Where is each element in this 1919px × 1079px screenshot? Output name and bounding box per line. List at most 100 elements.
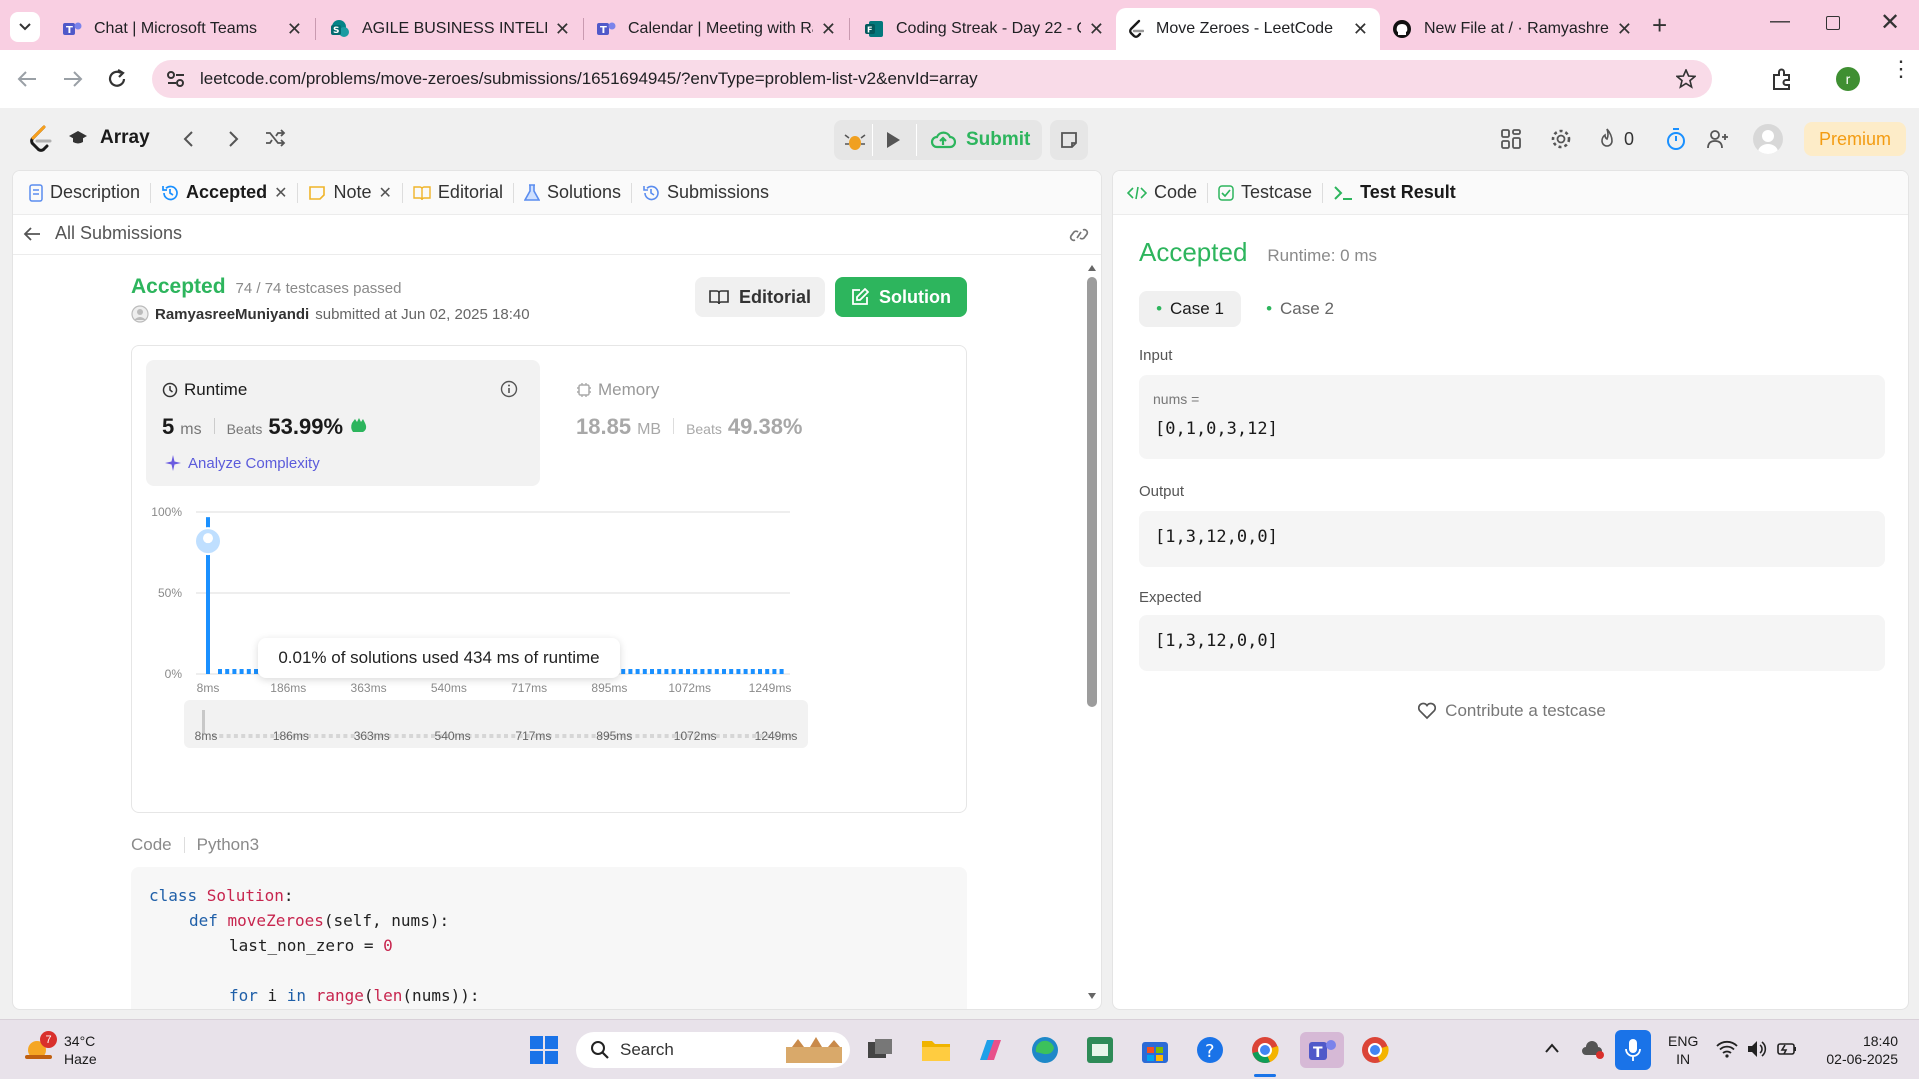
tab-test-result[interactable]: Test Result	[1323, 171, 1466, 215]
all-submissions-link[interactable]: All Submissions	[23, 223, 182, 244]
tab-editorial[interactable]: Editorial	[403, 171, 513, 215]
memory-header[interactable]: Memory	[576, 380, 659, 400]
bookmark-star-icon[interactable]	[1676, 69, 1696, 89]
next-problem-icon[interactable]	[226, 130, 240, 148]
settings-gear-icon[interactable]	[1550, 128, 1572, 150]
layout-icon[interactable]	[1501, 129, 1521, 149]
profile-avatar[interactable]: r	[1836, 67, 1860, 91]
code-block[interactable]: class Solution: def moveZeroes(self, nums…	[131, 867, 967, 1009]
prev-problem-icon[interactable]	[182, 130, 196, 148]
close-tab-icon[interactable]: ✕	[555, 19, 570, 40]
close-tab-icon[interactable]: ✕	[287, 19, 302, 40]
scrollbar[interactable]	[1087, 263, 1097, 1003]
case-2-tab[interactable]: • Case 2	[1249, 291, 1351, 327]
reload-icon[interactable]	[106, 68, 128, 90]
notes-button[interactable]	[1050, 120, 1088, 160]
task-view-icon[interactable]	[862, 1032, 898, 1068]
submission-header: Accepted 74 / 74 testcases passed	[131, 275, 401, 299]
forward-arrow-icon[interactable]	[62, 70, 84, 88]
browser-tab[interactable]: Move Zeroes - LeetCode ✕	[1116, 8, 1380, 50]
streak-counter[interactable]: 0	[1598, 126, 1634, 152]
clock[interactable]: 18:40 02-06-2025	[1818, 1032, 1898, 1068]
shuffle-icon[interactable]	[264, 128, 286, 148]
file-explorer-icon[interactable]	[918, 1032, 954, 1068]
editorial-button[interactable]: Editorial	[695, 277, 825, 317]
weather-widget[interactable]: 7 34°C Haze	[22, 1031, 97, 1068]
problem-list-button[interactable]: Array	[68, 120, 150, 156]
runtime-values: 5 ms Beats 53.99%	[162, 414, 369, 440]
expected-box[interactable]: [1,3,12,0,0]	[1139, 615, 1885, 671]
chevron-up-icon[interactable]	[1544, 1042, 1560, 1054]
browser-tab[interactable]: F Coding Streak - Day 22 - O ✕	[852, 8, 1116, 50]
result-status: Accepted	[1139, 237, 1248, 267]
close-window-button[interactable]: ✕	[1880, 8, 1900, 37]
extensions-icon[interactable]	[1770, 67, 1794, 91]
teams-icon[interactable]: T	[1300, 1032, 1344, 1068]
microphone-button[interactable]	[1615, 1030, 1651, 1070]
omnibox[interactable]: leetcode.com/problems/move-zeroes/submis…	[152, 60, 1712, 98]
edge-icon[interactable]	[1027, 1032, 1063, 1068]
scroll-up-icon[interactable]	[1087, 263, 1097, 273]
wifi-icon[interactable]	[1716, 1040, 1738, 1058]
tab-solutions[interactable]: Solutions	[514, 171, 631, 215]
whiteboard-icon[interactable]	[1082, 1032, 1118, 1068]
start-button[interactable]	[526, 1032, 562, 1068]
onedrive-icon[interactable]	[1581, 1038, 1605, 1060]
output-box[interactable]: [1,3,12,0,0]	[1139, 511, 1885, 567]
help-icon[interactable]: ?	[1192, 1032, 1228, 1068]
tab-code[interactable]: Code	[1117, 171, 1207, 215]
timer-icon[interactable]	[1665, 127, 1687, 151]
browser-tab[interactable]: T Chat | Microsoft Teams ✕	[50, 8, 314, 50]
close-tab-icon[interactable]: ✕	[1353, 19, 1368, 40]
scroll-down-icon[interactable]	[1087, 991, 1097, 1001]
add-user-icon[interactable]	[1706, 128, 1730, 150]
submission-user[interactable]: RamyasreeMuniyandi	[155, 306, 309, 323]
input-box[interactable]: nums = [0,1,0,3,12]	[1139, 375, 1885, 459]
tab-testcase[interactable]: Testcase	[1208, 171, 1322, 215]
new-tab-button[interactable]: +	[1652, 12, 1667, 38]
site-info-icon[interactable]	[166, 70, 186, 88]
user-avatar[interactable]	[1753, 124, 1783, 154]
volume-icon[interactable]	[1746, 1039, 1768, 1059]
contribute-testcase-link[interactable]: Contribute a testcase	[1113, 701, 1908, 721]
scrollbar-thumb[interactable]	[1087, 277, 1097, 707]
chrome-profile-icon[interactable]	[1357, 1032, 1393, 1068]
right-panel-tabs: Code Testcase Test Result	[1113, 171, 1908, 215]
store-icon[interactable]	[1137, 1032, 1173, 1068]
solution-button[interactable]: Solution	[835, 277, 967, 317]
url-text[interactable]: leetcode.com/problems/move-zeroes/submis…	[200, 69, 978, 89]
submit-button[interactable]: Submit	[930, 120, 1030, 160]
debugger-icon[interactable]	[844, 130, 866, 152]
browser-tab[interactable]: New File at / · Ramyashree ✕	[1380, 8, 1644, 50]
browser-tab[interactable]: T Calendar | Meeting with Ra ✕	[584, 8, 848, 50]
close-tab-icon[interactable]: ✕	[379, 183, 392, 203]
browser-tab[interactable]: S AGILE BUSINESS INTELLIGE ✕	[318, 8, 582, 50]
tab-search-button[interactable]	[10, 12, 40, 42]
restore-button[interactable]	[1826, 16, 1840, 30]
battery-icon[interactable]	[1776, 1039, 1798, 1059]
close-tab-icon[interactable]: ✕	[821, 19, 836, 40]
minimize-button[interactable]: —	[1770, 10, 1790, 33]
premium-button[interactable]: Premium	[1804, 122, 1906, 156]
case-1-tab[interactable]: • Case 1	[1139, 291, 1241, 327]
browser-menu-icon[interactable]: ⋮	[1890, 58, 1912, 80]
close-tab-icon[interactable]: ✕	[274, 183, 287, 203]
analyze-complexity-link[interactable]: Analyze Complexity	[164, 454, 320, 472]
share-link-icon[interactable]	[1069, 227, 1089, 243]
tab-note[interactable]: Note ✕	[298, 171, 401, 215]
chrome-icon[interactable]	[1247, 1032, 1283, 1068]
taskbar-search[interactable]: Search	[576, 1032, 850, 1068]
copilot-icon[interactable]	[972, 1032, 1008, 1068]
language-indicator[interactable]: ENG IN	[1668, 1032, 1698, 1068]
tab-accepted[interactable]: Accepted ✕	[151, 171, 297, 215]
close-tab-icon[interactable]: ✕	[1617, 19, 1632, 40]
code-token: i	[267, 986, 287, 1005]
tab-description[interactable]: Description	[19, 171, 150, 215]
back-arrow-icon[interactable]	[16, 70, 38, 88]
runtime-box[interactable]: Runtime 5 ms Beats 53.99% Analyze Comple…	[146, 360, 540, 486]
info-icon[interactable]	[500, 380, 518, 398]
run-play-icon[interactable]	[884, 131, 902, 149]
leetcode-logo-icon[interactable]	[28, 124, 54, 154]
close-tab-icon[interactable]: ✕	[1089, 19, 1104, 40]
tab-submissions[interactable]: Submissions	[632, 171, 779, 215]
